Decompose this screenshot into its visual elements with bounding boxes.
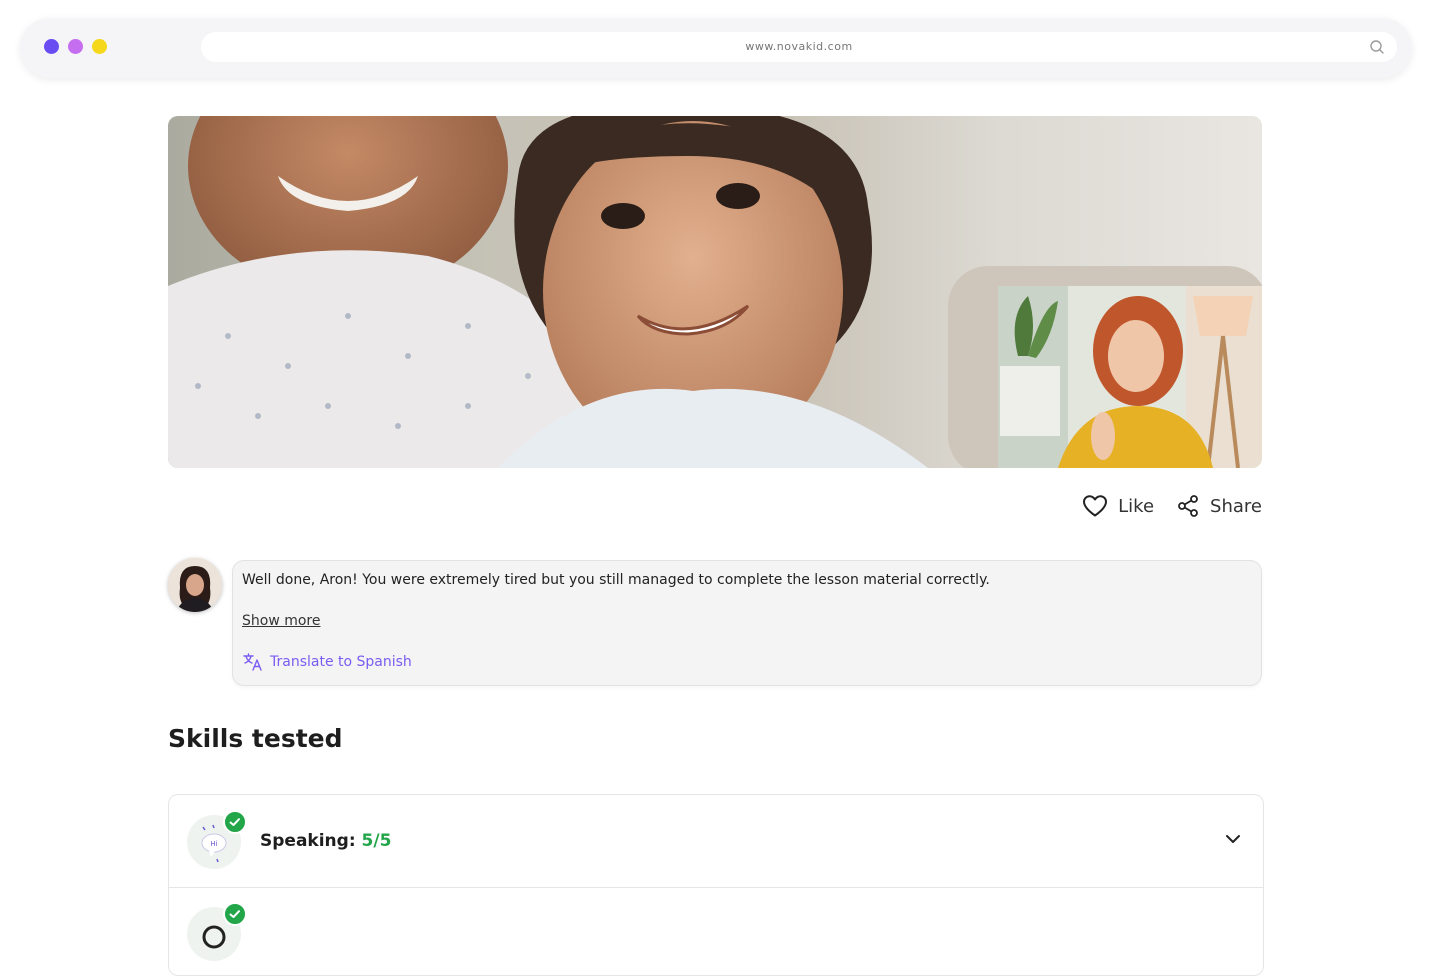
- heart-icon: [1083, 495, 1108, 517]
- window-dot-violet[interactable]: [68, 39, 83, 54]
- teacher-avatar[interactable]: [168, 558, 222, 612]
- skills-list: Hi Speaking: 5/5: [168, 794, 1264, 976]
- teacher-avatar-image: [168, 558, 222, 612]
- teacher-video-thumbnail[interactable]: [998, 286, 1262, 468]
- teacher-comment: Well done, Aron! You were extremely tire…: [232, 560, 1262, 686]
- post-actions: Like Share: [1082, 494, 1262, 518]
- translate-label: Translate to Spanish: [270, 654, 412, 670]
- like-label: Like: [1118, 495, 1155, 517]
- comment-text: Well done, Aron! You were extremely tire…: [242, 572, 990, 588]
- teacher-video-image: [998, 286, 1262, 468]
- share-label: Share: [1210, 495, 1262, 517]
- share-button[interactable]: Share: [1176, 494, 1262, 518]
- skill-score: 5/5: [361, 831, 392, 851]
- skill-label: Speaking: 5/5: [260, 831, 391, 851]
- like-button[interactable]: Like: [1082, 494, 1154, 518]
- skill-row-speaking[interactable]: Hi Speaking: 5/5: [169, 795, 1263, 888]
- skills-section-title: Skills tested: [168, 724, 343, 753]
- address-bar[interactable]: www.novakid.com: [201, 32, 1397, 62]
- translate-icon: [243, 653, 262, 671]
- browser-toolbar: www.novakid.com: [20, 18, 1412, 78]
- window-dot-purple[interactable]: [44, 39, 59, 54]
- search-icon[interactable]: [1369, 39, 1385, 55]
- window-dot-yellow[interactable]: [92, 39, 107, 54]
- chevron-down-icon[interactable]: [1225, 833, 1241, 845]
- svg-text:Hi: Hi: [210, 840, 217, 848]
- address-url: www.novakid.com: [745, 40, 853, 53]
- show-more-link[interactable]: Show more: [242, 613, 321, 629]
- skill-name: Speaking:: [260, 831, 356, 851]
- translate-link[interactable]: Translate to Spanish: [243, 653, 412, 671]
- check-badge-icon: [223, 810, 247, 834]
- lesson-video-frame: [168, 116, 1262, 468]
- skill-row-next[interactable]: [169, 887, 1263, 975]
- share-icon: [1178, 495, 1198, 517]
- check-badge-icon: [223, 902, 247, 926]
